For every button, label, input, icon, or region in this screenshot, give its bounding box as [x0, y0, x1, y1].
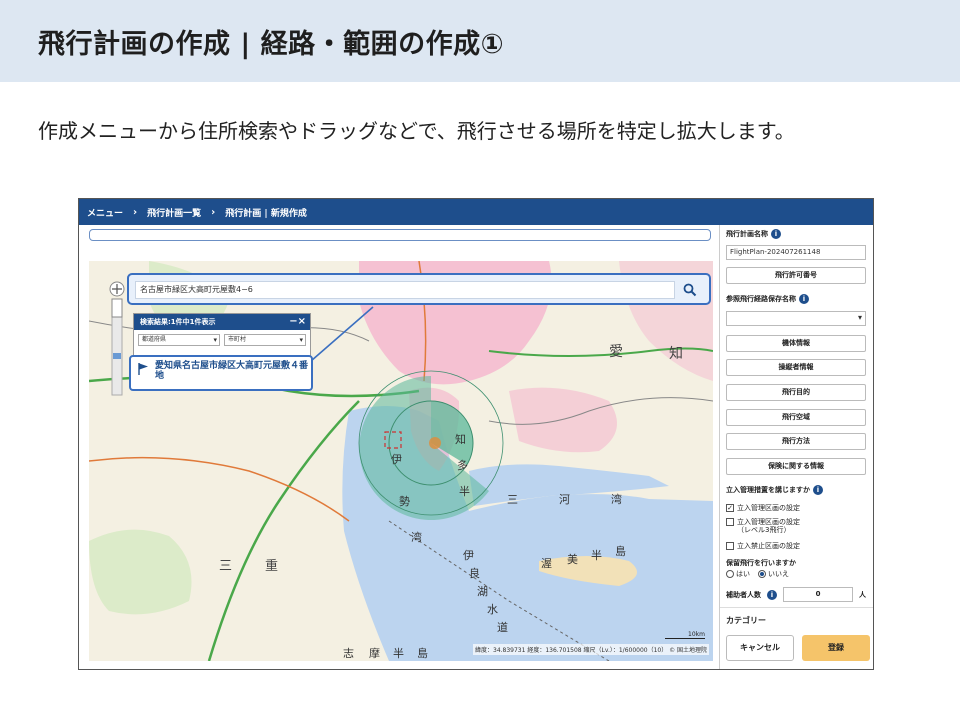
search-result-item[interactable]: 愛知県名古屋市緑区大高町元屋敷４番地: [129, 355, 313, 391]
checkbox[interactable]: [726, 518, 734, 526]
map-label: 勢: [399, 495, 410, 508]
address-search-input[interactable]: 名古屋市緑区大高町元屋敷4−6: [135, 281, 675, 299]
map-label: 知: [669, 346, 683, 362]
map-label: 半: [459, 485, 470, 498]
map-label: 摩: [369, 647, 380, 660]
map-label: 河: [559, 493, 570, 506]
info-icon[interactable]: i: [813, 485, 823, 495]
map-label: 島: [615, 545, 626, 558]
breadcrumb-separator: ›: [133, 206, 138, 218]
map-label: 島: [417, 647, 428, 660]
slide-description: 作成メニューから住所検索やドラッグなどで、飛行させる場所を特定し拡大します。: [38, 119, 795, 143]
escort-radio-group: はい いいえ: [726, 569, 789, 579]
map-label: 志: [343, 647, 354, 660]
flag-icon: [138, 363, 148, 375]
map-label: 三: [219, 559, 233, 574]
radio-yes[interactable]: はい: [726, 569, 750, 579]
address-search-bar: 名古屋市緑区大高町元屋敷4−6: [127, 273, 711, 305]
reference-route-select[interactable]: [726, 311, 866, 326]
pilot-info-button[interactable]: 操縦者情報: [726, 359, 866, 376]
info-icon[interactable]: i: [767, 589, 777, 600]
escort-flight-label: 保留飛行を行いますか: [726, 559, 796, 567]
map-label: 美: [567, 553, 578, 566]
slide-header: 飛行計画の作成 | 経路・範囲の作成①: [0, 0, 960, 82]
map-label: 半: [393, 647, 404, 660]
plan-name-input[interactable]: FlightPlan-202407261148: [726, 245, 866, 260]
map-label: 湾: [611, 493, 622, 506]
checkbox-entry-area-level3[interactable]: 立入管理区画の設定 （レベル3飛行）: [726, 518, 800, 534]
search-result-address: 愛知県名古屋市緑区大高町元屋敷４番地: [155, 361, 309, 381]
map-label: 道: [497, 621, 508, 634]
map-label: 愛: [609, 344, 623, 360]
map-label: 渥: [541, 557, 552, 570]
category-label: カテゴリー: [726, 616, 766, 625]
assistants-input[interactable]: 0: [783, 587, 853, 602]
map-label: 半: [591, 549, 602, 562]
map-label: 知: [455, 433, 466, 446]
map-label: 伊: [391, 453, 402, 466]
reference-route-label: 参照飛行経路保存名称 i: [726, 294, 809, 304]
insurance-info-button[interactable]: 保険に関する情報: [726, 458, 866, 475]
form-actions: キャンセル 登録: [720, 629, 873, 665]
entry-control-label: 立入管理措置を講じますか i: [726, 485, 823, 495]
map-label: 三: [507, 493, 518, 506]
map-label: 多: [457, 459, 468, 472]
map-label: 水: [487, 603, 498, 616]
breadcrumb-new-plan: 飛行計画 | 新規作成: [225, 208, 307, 219]
radio-no[interactable]: いいえ: [758, 569, 789, 579]
prefecture-select[interactable]: 都道府県: [138, 334, 220, 346]
breadcrumb-plan-list[interactable]: 飛行計画一覧: [147, 206, 201, 219]
permit-number-button[interactable]: 飛行許可番号: [726, 267, 866, 284]
aircraft-info-button[interactable]: 機体情報: [726, 335, 866, 352]
flight-airspace-button[interactable]: 飛行空域: [726, 409, 866, 426]
info-icon[interactable]: i: [799, 294, 809, 304]
callout-connector: [310, 306, 374, 362]
results-close-button[interactable]: −×: [289, 314, 306, 330]
checkbox[interactable]: [726, 542, 734, 550]
checkbox-no-entry-area[interactable]: 立入禁止区画の設定: [726, 542, 800, 550]
map-scale-bar: 10km: [665, 631, 705, 639]
plan-name-label: 飛行計画名称 i: [726, 229, 781, 239]
breadcrumb-nav: メニュー › 飛行計画一覧 › 飛行計画 | 新規作成: [79, 199, 873, 225]
map-status-bar: 緯度：34.839731 経度：136.701508 縮尺（Lv.）：1/600…: [473, 644, 710, 655]
map-area: 愛 知 三 重 伊 勢 湾 知 多 半 三 河 湾 渥 美 半 島 志 摩 半 …: [87, 229, 715, 661]
search-icon[interactable]: [683, 282, 697, 297]
city-select[interactable]: 市町村: [224, 334, 306, 346]
checkbox-checked[interactable]: ✓: [726, 504, 734, 512]
breadcrumb-menu[interactable]: メニュー: [87, 206, 123, 219]
slide-title: 飛行計画の作成 | 経路・範囲の作成①: [38, 29, 505, 60]
cancel-button[interactable]: キャンセル: [726, 635, 794, 661]
info-icon[interactable]: i: [771, 229, 781, 239]
results-count: 検索結果:1件中1件表示: [140, 318, 216, 326]
map-label: 湾: [411, 531, 422, 544]
assistants-unit: 人: [859, 590, 866, 599]
assistants-label: 補助者人数: [726, 590, 761, 599]
register-button[interactable]: 登録: [802, 635, 870, 661]
results-header: 検索結果:1件中1件表示 −×: [134, 314, 310, 330]
assistants-row: 補助者人数 i 0 人: [726, 587, 866, 602]
zoom-slider[interactable]: [107, 281, 127, 399]
map-label: 重: [265, 559, 279, 574]
flight-purpose-button[interactable]: 飛行目的: [726, 384, 866, 401]
flight-method-button[interactable]: 飛行方法: [726, 433, 866, 450]
checkbox-entry-area[interactable]: ✓ 立入管理区画の設定: [726, 504, 800, 512]
map-label: 良: [469, 567, 480, 580]
app-screenshot: メニュー › 飛行計画一覧 › 飛行計画 | 新規作成 愛 知 三 重 伊 勢 …: [78, 198, 874, 670]
map-label: 伊: [463, 549, 474, 562]
flight-plan-panel: 飛行計画名称 i FlightPlan-202407261148 飛行許可番号 参…: [719, 225, 873, 669]
breadcrumb-separator: ›: [211, 206, 216, 218]
map-label: 湖: [477, 585, 488, 598]
top-toolbar[interactable]: [89, 229, 711, 241]
